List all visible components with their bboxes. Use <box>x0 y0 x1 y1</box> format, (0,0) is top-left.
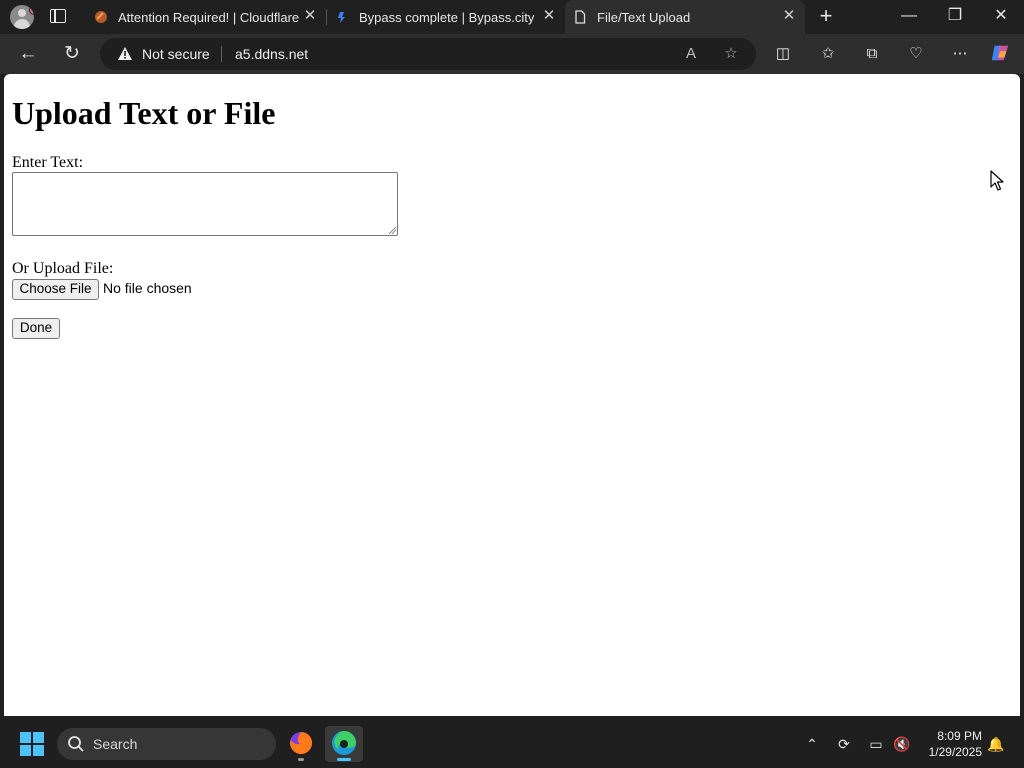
search-icon <box>68 736 84 752</box>
sync-icon[interactable]: ⟳ <box>834 734 854 754</box>
bypass-favicon <box>338 12 345 23</box>
address-bar[interactable]: Not secure a5.ddns.net A ☆ <box>100 38 756 70</box>
tab-close-icon[interactable]: ✕ <box>302 8 318 24</box>
tab-file-text-upload[interactable]: File/Text Upload ✕ <box>565 0 805 34</box>
file-label: Or Upload File: <box>12 260 114 277</box>
mouse-cursor-icon <box>990 170 1004 191</box>
edge-app[interactable] <box>325 726 363 762</box>
show-hidden-icons-icon[interactable]: ⌃ <box>802 734 822 754</box>
page-icon <box>575 10 586 24</box>
tab-close-icon[interactable]: ✕ <box>781 8 797 24</box>
favorites-icon[interactable]: ✩ <box>818 44 838 64</box>
notification-dot <box>29 5 34 15</box>
done-button[interactable]: Done <box>12 318 60 339</box>
tab-title: File/Text Upload <box>597 10 691 25</box>
clock-date: 1/29/2025 <box>928 745 982 759</box>
browser-essentials-icon[interactable]: ♡ <box>906 44 926 64</box>
windows-start-icon[interactable] <box>20 732 44 756</box>
page-title: Upload Text or File <box>12 95 276 131</box>
read-aloud-icon[interactable]: A <box>682 45 700 63</box>
taskbar-search[interactable]: Search <box>57 728 276 760</box>
resize-handle-icon[interactable] <box>388 226 396 234</box>
tab-actions-icon[interactable] <box>50 9 66 23</box>
favorite-star-icon[interactable]: ☆ <box>722 45 740 63</box>
display-icon[interactable]: ▭ <box>866 734 886 754</box>
notification-bell-icon[interactable]: 🔔 <box>986 734 1006 754</box>
tab-cloudflare[interactable]: Attention Required! | Cloudflare ✕ <box>86 0 326 34</box>
tab-close-icon[interactable]: ✕ <box>541 8 557 24</box>
tab-bar: Attention Required! | Cloudflare ✕ Bypas… <box>0 0 1024 34</box>
volume-muted-icon[interactable]: 🔇 <box>892 734 912 754</box>
tab-bypass[interactable]: Bypass complete | Bypass.city ✕ <box>327 0 565 34</box>
new-tab-icon[interactable]: + <box>816 5 836 27</box>
system-clock[interactable]: 8:09 PM 1/29/2025 <box>916 728 982 760</box>
collections-icon[interactable]: ⧉ <box>862 44 882 64</box>
page-viewport: Upload Text or File Enter Text: Or Uploa… <box>4 74 1020 716</box>
address-divider <box>221 46 222 62</box>
running-indicator <box>298 758 304 761</box>
text-label: Enter Text: <box>12 154 84 171</box>
browser-toolbar: ← ↻ Not secure a5.ddns.net A ☆ ◫ ✩ ⧉ ♡ ⋯ <box>0 34 1024 74</box>
tab-title: Attention Required! | Cloudflare <box>118 10 300 25</box>
edge-icon <box>332 731 356 755</box>
active-indicator <box>337 758 351 761</box>
copilot-icon[interactable] <box>990 43 1010 63</box>
choose-file-button[interactable]: Choose File <box>12 279 99 300</box>
firefox-icon <box>290 731 313 754</box>
restore-icon[interactable]: ❐ <box>932 0 978 34</box>
url-text[interactable]: a5.ddns.net <box>235 46 308 62</box>
tab-title: Bypass complete | Bypass.city <box>359 10 535 25</box>
security-status[interactable]: Not secure <box>142 46 210 62</box>
clock-time: 8:09 PM <box>937 729 982 743</box>
back-icon[interactable]: ← <box>16 42 40 66</box>
warning-icon <box>118 47 132 60</box>
split-screen-icon[interactable]: ◫ <box>773 44 793 64</box>
cloudflare-favicon <box>95 11 107 23</box>
profile-avatar[interactable] <box>10 5 34 29</box>
search-placeholder: Search <box>93 736 138 752</box>
taskbar: Search ⌃ ⟳ ▭ 🔇 8:09 PM 1/29/2025 🔔 <box>0 720 1024 768</box>
close-window-icon[interactable]: ✕ <box>978 0 1024 34</box>
refresh-icon[interactable]: ↻ <box>60 42 84 66</box>
minimize-icon[interactable]: — <box>886 0 932 34</box>
file-status: No file chosen <box>103 280 192 296</box>
text-input[interactable] <box>12 172 398 236</box>
firefox-app[interactable] <box>282 726 320 762</box>
more-options-icon[interactable]: ⋯ <box>950 44 970 64</box>
